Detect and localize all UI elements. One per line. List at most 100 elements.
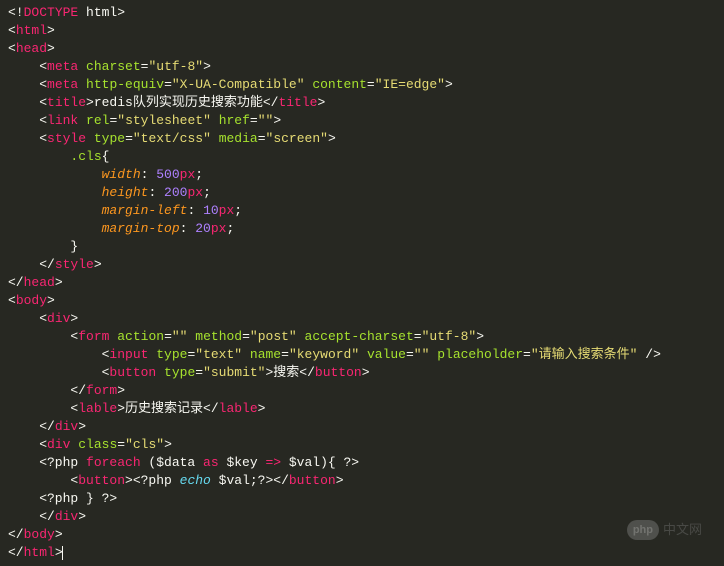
watermark-text: 中文网 <box>663 521 702 539</box>
code-token: < <box>8 437 47 452</box>
code-token: html <box>16 23 47 38</box>
code-token: </ <box>8 275 24 290</box>
code-token: lable <box>219 401 258 416</box>
code-token: meta <box>47 59 78 74</box>
code-token: name <box>250 347 281 362</box>
code-token: <?php } ?> <box>8 491 117 506</box>
code-token: form <box>78 329 109 344</box>
code-token: "text/css" <box>133 131 211 146</box>
code-token: > <box>94 257 102 272</box>
code-token: } <box>8 239 78 254</box>
code-token: height <box>102 185 149 200</box>
code-token: as <box>203 455 219 470</box>
code-token: style <box>55 257 94 272</box>
code-token: : <box>180 221 196 236</box>
code-token: 200 <box>164 185 187 200</box>
code-token: > <box>47 293 55 308</box>
code-token: class <box>78 437 117 452</box>
code-token: >搜索</ <box>266 365 315 380</box>
code-token <box>242 347 250 362</box>
code-token: /> <box>637 347 660 362</box>
code-token: = <box>523 347 531 362</box>
code-token <box>86 131 94 146</box>
code-token <box>8 185 102 200</box>
code-token: html <box>24 545 55 560</box>
code-token: "stylesheet" <box>117 113 211 128</box>
code-token: html> <box>78 5 125 20</box>
code-token: < <box>8 113 47 128</box>
code-token: > <box>258 401 266 416</box>
code-token: echo <box>180 473 211 488</box>
code-token: </ <box>8 419 55 434</box>
code-token <box>78 77 86 92</box>
code-token: http-equiv <box>86 77 164 92</box>
code-token: type <box>156 347 187 362</box>
code-token: DOCTYPE <box>24 5 79 20</box>
code-token: link <box>47 113 78 128</box>
code-token: "utf-8" <box>422 329 477 344</box>
code-token: .cls <box>70 149 101 164</box>
code-token: < <box>8 401 78 416</box>
code-token: action <box>117 329 164 344</box>
code-token: ; <box>234 203 242 218</box>
code-token: >redis队列实现历史搜索功能</ <box>86 95 278 110</box>
code-token: rel <box>86 113 109 128</box>
code-token: => <box>265 455 281 470</box>
code-token: button <box>78 473 125 488</box>
code-token: px <box>211 221 227 236</box>
code-token: div <box>47 311 70 326</box>
code-token: < <box>8 77 47 92</box>
code-token: > <box>55 527 63 542</box>
code-token: title <box>47 95 86 110</box>
code-token: < <box>8 311 47 326</box>
code-token: type <box>94 131 125 146</box>
code-token: input <box>109 347 148 362</box>
code-token: > <box>317 95 325 110</box>
code-token: head <box>24 275 55 290</box>
code-token <box>297 329 305 344</box>
code-token: "post" <box>250 329 297 344</box>
code-token: 10 <box>203 203 219 218</box>
code-token: < <box>8 293 16 308</box>
code-token: body <box>16 293 47 308</box>
code-token: method <box>195 329 242 344</box>
code-token: title <box>278 95 317 110</box>
code-token: div <box>47 437 70 452</box>
code-token: accept-charset <box>305 329 414 344</box>
code-token: > <box>445 77 453 92</box>
code-token: style <box>47 131 86 146</box>
code-token: ; <box>226 221 234 236</box>
code-token: = <box>164 77 172 92</box>
watermark-badge: php <box>627 520 659 540</box>
code-token: = <box>125 131 133 146</box>
code-token <box>8 221 102 236</box>
code-token: <?php <box>8 455 86 470</box>
code-token: > <box>328 131 336 146</box>
code-token <box>78 113 86 128</box>
code-token: div <box>55 509 78 524</box>
code-token: "screen" <box>266 131 328 146</box>
code-token: > <box>273 113 281 128</box>
code-token: : <box>148 185 164 200</box>
code-token: = <box>258 131 266 146</box>
code-token: > <box>476 329 484 344</box>
code-token: $key <box>219 455 266 470</box>
code-token: = <box>367 77 375 92</box>
code-token: head <box>16 41 47 56</box>
code-token: charset <box>86 59 141 74</box>
code-token: "cls" <box>125 437 164 452</box>
code-token: < <box>8 131 47 146</box>
code-token: < <box>8 365 109 380</box>
code-token: "" <box>414 347 430 362</box>
code-token <box>211 113 219 128</box>
code-token: button <box>315 365 362 380</box>
code-token: px <box>219 203 235 218</box>
code-editor: <!DOCTYPE html> <html> <head> <meta char… <box>8 4 716 562</box>
code-token: < <box>8 329 78 344</box>
code-token: = <box>250 113 258 128</box>
code-token: form <box>86 383 117 398</box>
code-token: "X-UA-Compatible" <box>172 77 305 92</box>
code-token: > <box>203 59 211 74</box>
code-token: button <box>109 365 156 380</box>
code-token: < <box>8 473 78 488</box>
